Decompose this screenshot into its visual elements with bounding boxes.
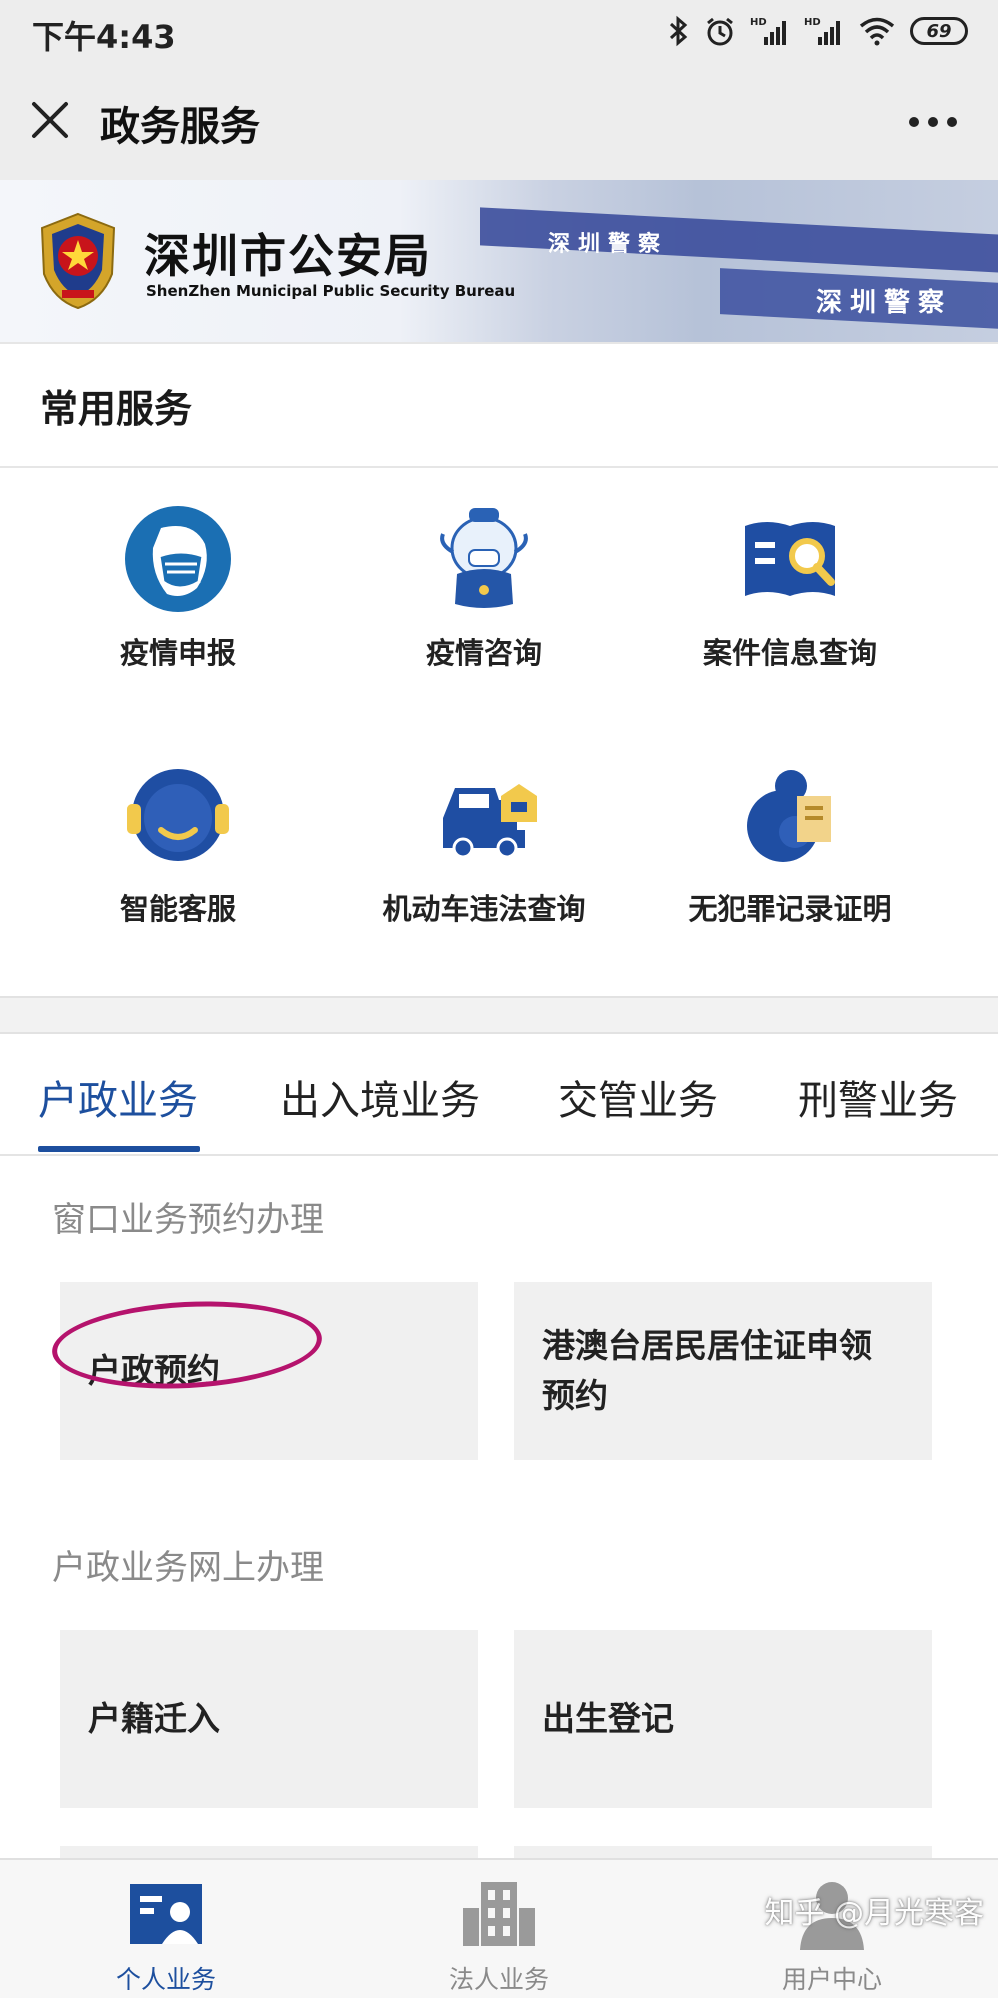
- service-epidemic-report[interactable]: 疫情申报: [28, 504, 328, 672]
- nav-bar: 政务服务: [0, 62, 998, 180]
- card-birth-registration[interactable]: 出生登记: [514, 1630, 932, 1808]
- tab-exit-entry[interactable]: 出入境业务: [280, 1068, 480, 1126]
- service-smart-support[interactable]: 智能客服: [28, 760, 328, 928]
- status-bar: 下午4:43 HD HD 69: [0, 0, 998, 62]
- car-icon: [443, 784, 537, 859]
- banner: 深圳警察 深圳警察 深圳市公安局 ShenZhen Municipal Publ…: [0, 180, 998, 342]
- service-label: 无犯罪记录证明: [688, 892, 892, 926]
- tab-traffic[interactable]: 交管业务: [558, 1068, 718, 1126]
- active-tab-indicator: [38, 1146, 200, 1152]
- alarm-icon: [707, 17, 733, 46]
- banner-sign-text: 深圳警察: [548, 232, 669, 257]
- service-case-query[interactable]: 案件信息查询: [640, 504, 940, 672]
- service-label: 疫情申报: [119, 636, 236, 670]
- building-icon: [463, 1882, 535, 1946]
- certificate-icon: [747, 770, 831, 862]
- bottom-nav-personal[interactable]: 个人业务: [66, 1870, 266, 1996]
- close-icon[interactable]: [26, 96, 74, 144]
- more-icon[interactable]: [908, 114, 958, 130]
- svg-text:HD: HD: [804, 17, 821, 28]
- bottom-nav-corporate[interactable]: 法人业务: [399, 1870, 599, 1996]
- card-household-move-in[interactable]: 户籍迁入: [60, 1630, 478, 1808]
- person-card-icon: [130, 1884, 202, 1944]
- bottom-nav-label: 用户中心: [781, 1965, 882, 1994]
- tab-criminal[interactable]: 刑警业务: [798, 1068, 958, 1126]
- business-tabs: 户政业务 出入境业务 交管业务 刑警业务: [0, 1032, 998, 1156]
- service-no-crime-cert[interactable]: 无犯罪记录证明: [640, 760, 940, 928]
- divider: [0, 342, 998, 344]
- card-label: 出生登记: [542, 1699, 674, 1738]
- case-search-icon: [745, 522, 835, 596]
- org-name-en: ShenZhen Municipal Public Security Burea…: [146, 282, 516, 300]
- top-bar: 下午4:43 HD HD 69 政务服务: [0, 0, 998, 180]
- section-title-online: 户政业务网上办理: [52, 1548, 324, 1588]
- status-icons: HD HD 69: [668, 10, 968, 52]
- bottom-nav-label: 个人业务: [115, 1965, 216, 1994]
- service-vehicle-violation[interactable]: 机动车违法查询: [334, 760, 634, 928]
- bluetooth-icon: [669, 15, 688, 47]
- police-emblem-icon: [40, 212, 116, 310]
- card-label: 港澳台居民居住证申领预约: [542, 1326, 872, 1415]
- battery-icon: 69: [910, 17, 968, 45]
- section-title-window: 窗口业务预约办理: [52, 1200, 324, 1240]
- service-label: 智能客服: [119, 892, 236, 926]
- page-title: 政务服务: [100, 104, 260, 150]
- section-separator: [0, 996, 998, 1034]
- wifi-icon: [859, 17, 895, 46]
- signal-icon-2: HD: [804, 17, 840, 45]
- section-title-common: 常用服务: [40, 387, 193, 431]
- card-label: 户籍迁入: [88, 1699, 220, 1738]
- banner-sign-text-2: 深圳警察: [816, 288, 953, 318]
- signal-icon: HD: [750, 17, 786, 45]
- mascot-icon: [440, 508, 528, 608]
- status-time: 下午4:43: [32, 18, 176, 56]
- service-label: 疫情咨询: [425, 636, 542, 670]
- service-label: 案件信息查询: [702, 636, 877, 670]
- org-name: 深圳市公安局: [144, 229, 432, 283]
- headset-icon: [127, 769, 229, 861]
- svg-text:HD: HD: [750, 17, 767, 28]
- bottom-nav-label: 法人业务: [448, 1965, 549, 1994]
- card-hmt-residence-appointment[interactable]: 港澳台居民居住证申领预约: [514, 1282, 932, 1460]
- watermark: 知乎 @月光寒客: [764, 1896, 984, 1931]
- divider: [0, 466, 998, 468]
- service-label: 机动车违法查询: [382, 892, 586, 926]
- tab-household[interactable]: 户政业务: [38, 1068, 198, 1126]
- mask-icon: [125, 506, 231, 612]
- service-epidemic-consult[interactable]: 疫情咨询: [334, 504, 634, 672]
